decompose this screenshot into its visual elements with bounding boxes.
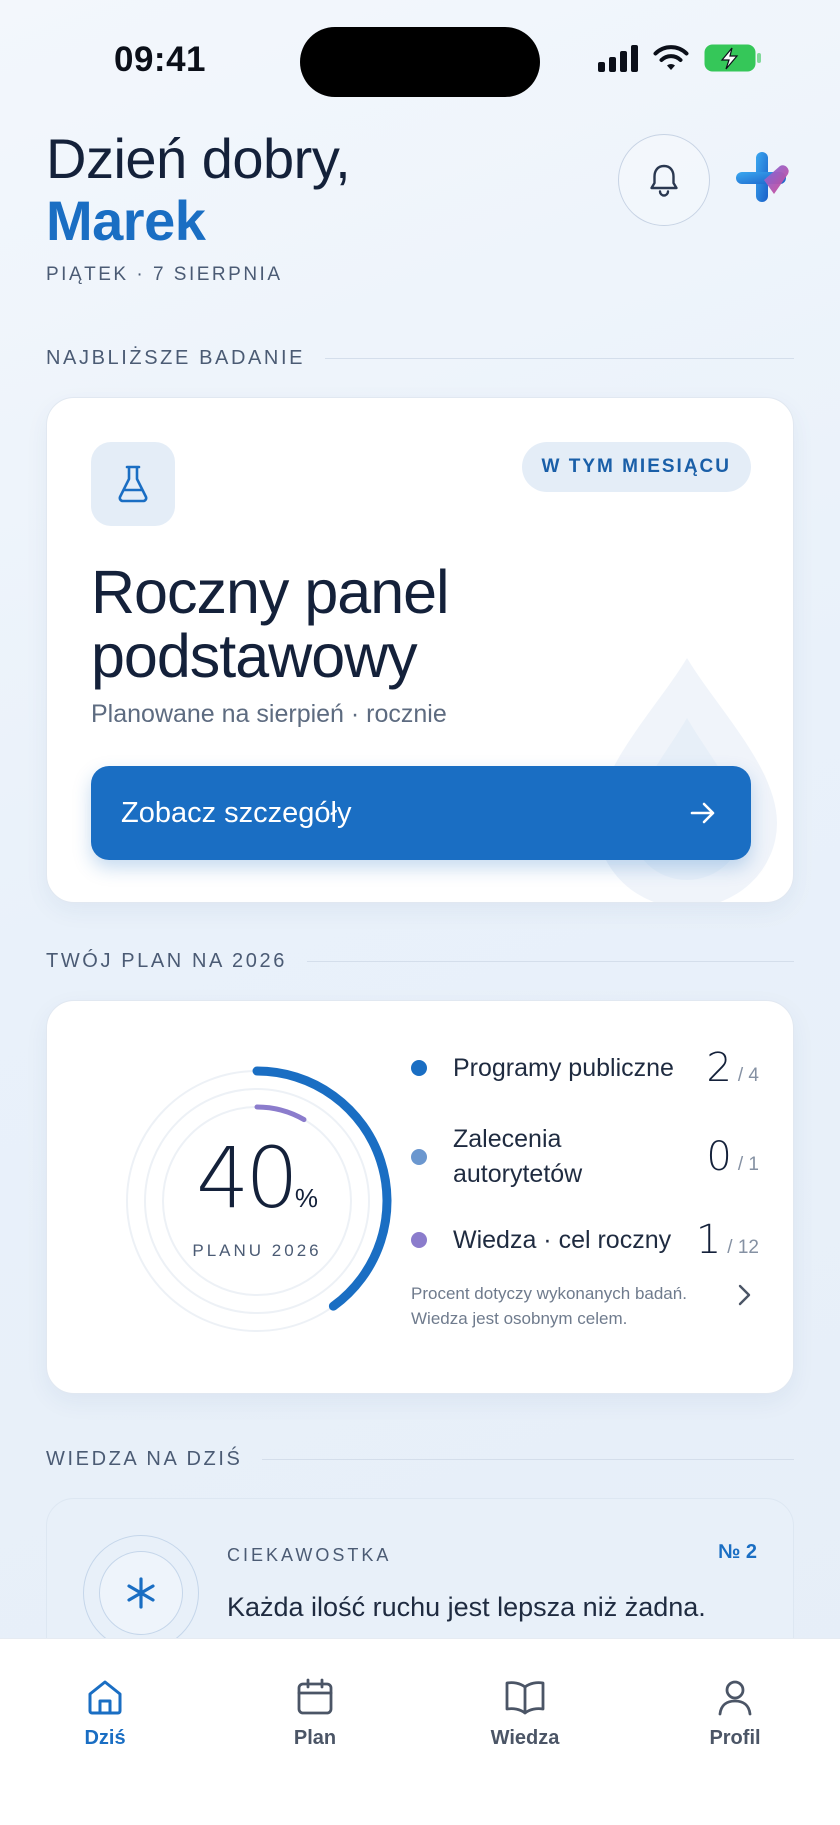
bottom-nav: Dziś Plan Wiedza Profil — [0, 1638, 840, 1825]
exam-subtitle: Planowane na sierpień · rocznie — [91, 700, 447, 728]
book-icon — [505, 1681, 545, 1715]
dynamic-island — [300, 27, 540, 97]
knowledge-text: Każda ilość ruchu jest lepsza niż żadna. — [227, 1592, 706, 1622]
cellular-signal-icon — [598, 44, 638, 72]
plan-percent-label: PLANU 2026 — [192, 1241, 322, 1260]
exam-title: Roczny panel podstawowy — [91, 558, 450, 690]
app-logo-icon — [736, 152, 789, 202]
legend-item-authority-recommendations: Zalecenia autorytetów 0/ 1 — [411, 1119, 771, 1195]
arrow-right-icon — [690, 802, 715, 824]
knowledge-progress-arc — [254, 1104, 307, 1123]
section-next-exam-title: NAJBLIŻSZE BADANIE — [46, 347, 794, 370]
user-name: Marek — [46, 189, 206, 252]
next-exam-card[interactable]: W TYM MIESIĄCU Roczny panel podstawowy P… — [46, 397, 794, 903]
knowledge-number: № 2 — [718, 1541, 757, 1563]
current-date: PIĄTEK · 7 SIERPNIA — [46, 264, 283, 285]
see-details-button[interactable]: Zobacz szczegóły — [91, 766, 751, 860]
plan-percent: 40% — [195, 1129, 318, 1227]
legend-item-public-programs: Programy publiczne 2/ 4 — [411, 1043, 771, 1093]
nav-item-knowledge[interactable]: Wiedza — [420, 1639, 630, 1825]
nav-item-today[interactable]: Dziś — [0, 1639, 210, 1825]
plan-note: Procent dotyczy wykonanych badań. Wiedza… — [411, 1284, 687, 1328]
see-details-label: Zobacz szczegóły — [121, 796, 352, 829]
wifi-icon — [653, 45, 689, 70]
status-bar: 09:41 — [0, 0, 840, 110]
calendar-icon — [297, 1678, 333, 1715]
timing-badge: W TYM MIESIĄCU — [521, 442, 751, 492]
user-icon — [718, 1680, 752, 1716]
flask-icon — [118, 465, 148, 503]
greeting-text: Dzień dobry, — [46, 127, 351, 190]
nav-item-plan[interactable]: Plan — [210, 1639, 420, 1825]
notifications-button[interactable] — [618, 134, 710, 226]
legend-dot — [411, 1149, 427, 1165]
system-icons — [598, 44, 762, 72]
section-knowledge-title: WIEDZA NA DZIŚ — [46, 1448, 794, 1471]
battery-charging-icon — [704, 44, 761, 72]
knowledge-kind: CIEKAWOSTKA — [227, 1545, 392, 1565]
status-time: 09:41 — [114, 40, 207, 79]
knowledge-icon-ring — [83, 1535, 199, 1651]
home-icon — [88, 1680, 122, 1715]
bell-icon — [650, 164, 678, 197]
legend-dot — [411, 1232, 427, 1248]
plan-progress-card[interactable]: 40% PLANU 2026 Programy publiczne 2/ 4 Z… — [46, 1000, 794, 1394]
section-plan-title: TWÓJ PLAN NA 2026 — [46, 950, 794, 973]
nav-item-profile[interactable]: Profil — [630, 1639, 840, 1825]
legend-item-knowledge-goal: Wiedza · cel roczny 1/ 12 — [411, 1215, 771, 1265]
flask-tile — [91, 442, 175, 526]
asterisk-icon — [127, 1577, 155, 1609]
greeting-block: Dzień dobry, Marek PIĄTEK · 7 SIERPNIA — [46, 127, 351, 286]
legend-dot — [411, 1060, 427, 1076]
chevron-right-icon[interactable] — [737, 1283, 753, 1307]
